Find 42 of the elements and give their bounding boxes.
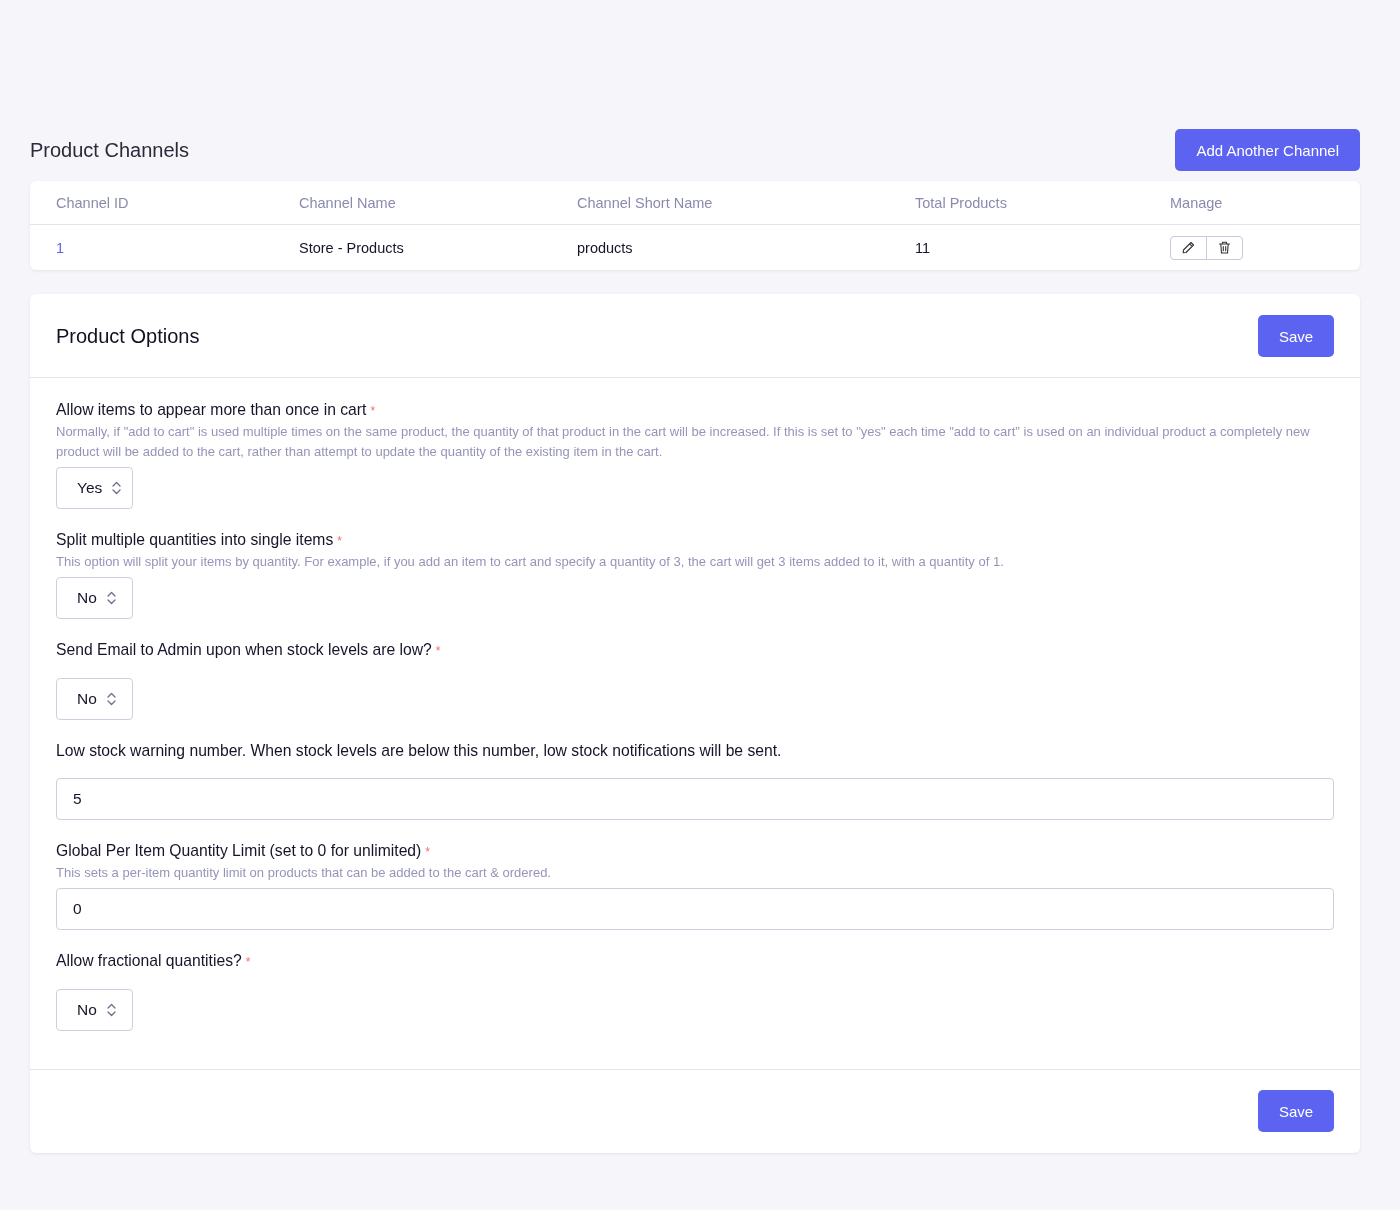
help-text: Normally, if "add to cart" is used multiple times on the same product, the quantity of that product in the cart will be increased. If this is set to "yes" each time "add to cart" is used on an individual product a completely new product will be added to the cart, rather than attempt to update the quantity of the existing item in the cart. <box>56 423 1311 461</box>
select-field[interactable]: Yes <box>56 467 133 509</box>
column-header: Total Products <box>915 194 1008 211</box>
table-cell-text: products <box>577 239 634 256</box>
field-label: Low stock warning number. When stock levels are below this number, low stock notifications will be sent. <box>56 741 782 761</box>
column-header: Channel Name <box>299 194 397 211</box>
save-button[interactable]: Save <box>1258 315 1334 357</box>
select-field[interactable]: No <box>56 989 133 1031</box>
edit-button[interactable] <box>1170 235 1207 260</box>
table-cell-text: Store - Products <box>299 239 405 256</box>
chevron-up-down-icon <box>106 591 116 605</box>
help-text: This option will split your items by quantity. For example, if you add an item to cart and specify a quantity of 3, the cart will get 3 items added to it, with a quantity of 1. <box>56 553 1005 571</box>
required-mark: * <box>245 954 251 971</box>
chevron-up-down-icon <box>106 1003 116 1017</box>
section-title: Product Channels <box>30 138 189 162</box>
add-channel-button[interactable]: Add Another Channel <box>1175 129 1360 171</box>
required-mark: * <box>370 403 376 420</box>
field-label: Global Per Item Quantity Limit (set to 0 for unlimited) <box>56 841 422 861</box>
required-mark: * <box>435 643 441 660</box>
column-header: Channel ID <box>56 194 130 211</box>
select-field[interactable]: No <box>56 678 133 720</box>
channel-id-link[interactable]: 1 <box>56 239 65 256</box>
chevron-up-down-icon <box>106 692 116 706</box>
required-mark: * <box>337 533 342 550</box>
table-cell-text: 11 <box>915 239 932 256</box>
chevron-up-down-icon <box>112 481 122 495</box>
field-label: Allow fractional quantities? <box>56 951 242 971</box>
field-label: Send Email to Admin upon when stock levels are low? <box>56 640 432 660</box>
field-label: Allow items to appear more than once in cart <box>56 400 367 420</box>
pencil-icon <box>1182 241 1195 254</box>
text-input[interactable]: 0 <box>56 888 1334 930</box>
panel-title: Product Options <box>56 324 200 348</box>
save-button[interactable]: Save <box>1258 1090 1334 1132</box>
help-text: This sets a per-item quantity limit on products that can be added to the cart & ordered. <box>56 864 552 882</box>
trash-icon <box>1218 241 1231 254</box>
text-input[interactable]: 5 <box>56 778 1334 820</box>
required-mark: * <box>425 844 430 861</box>
column-header: Channel Short Name <box>577 194 714 211</box>
select-field[interactable]: No <box>56 577 133 619</box>
delete-button[interactable] <box>1206 235 1243 260</box>
column-header: Manage <box>1170 194 1224 211</box>
field-label: Split multiple quantities into single items <box>56 530 334 550</box>
